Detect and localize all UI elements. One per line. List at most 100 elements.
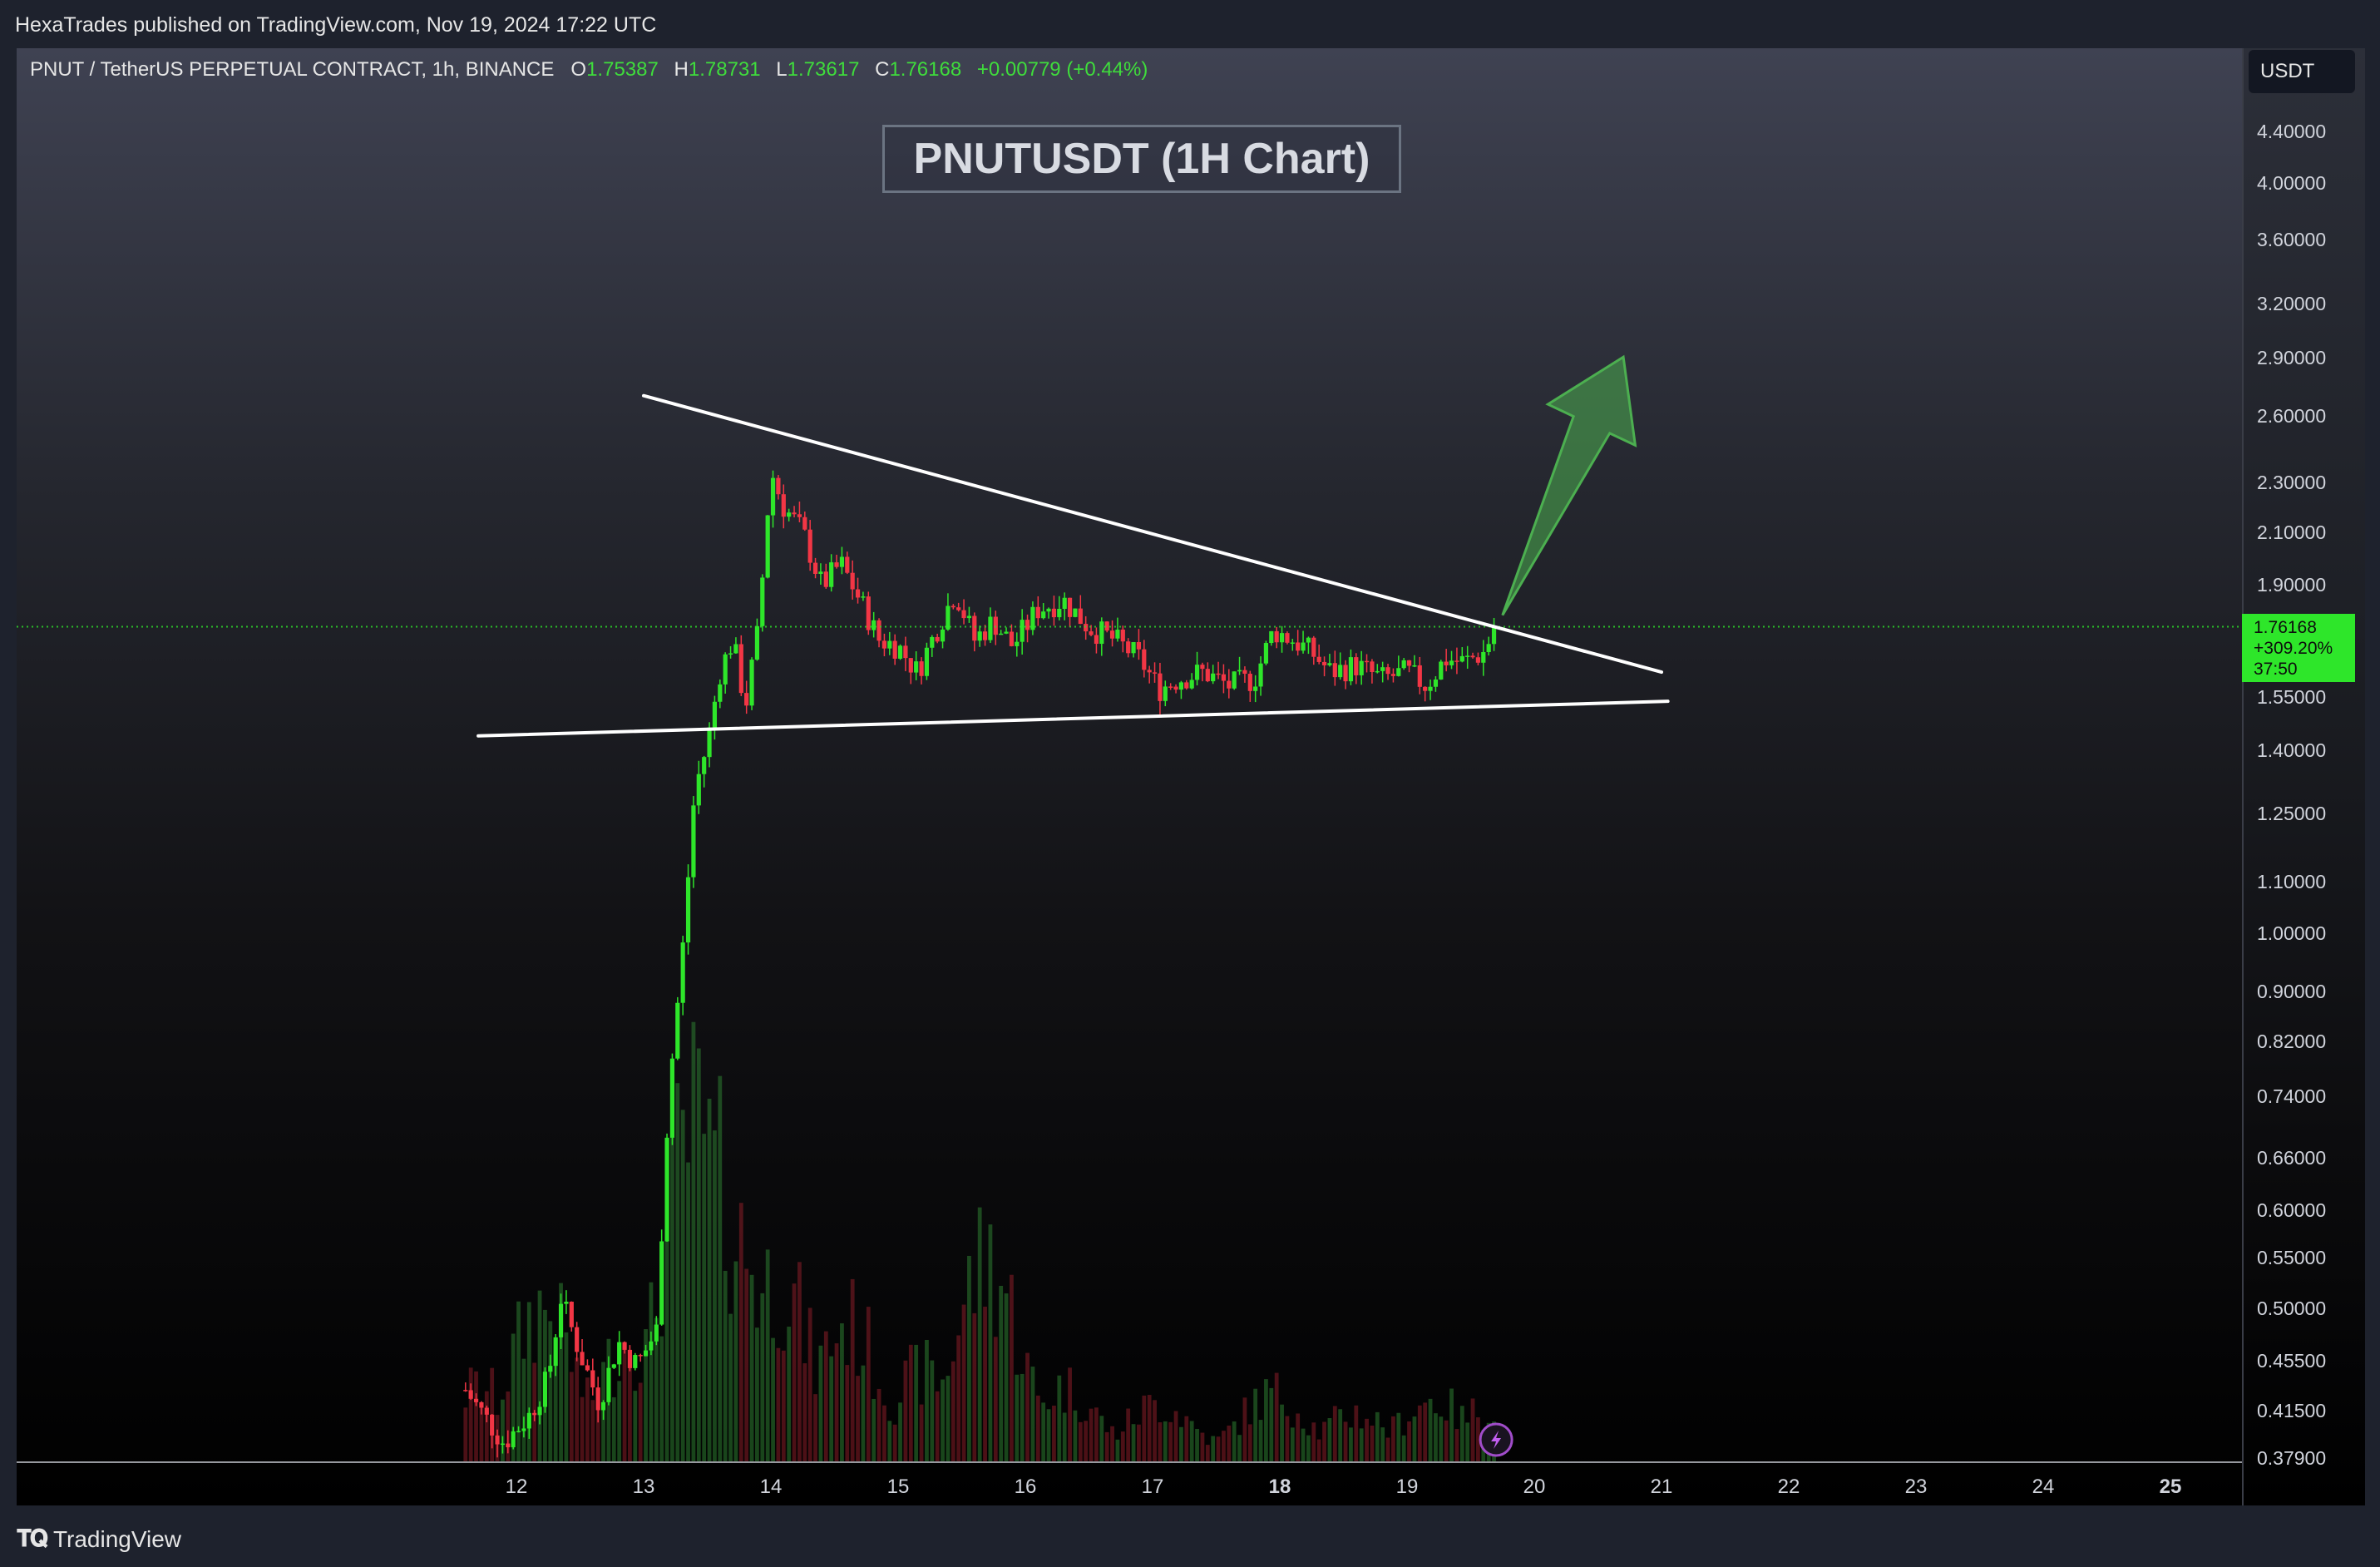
candle-body <box>1232 671 1237 689</box>
volume-bar <box>823 1331 828 1461</box>
volume-bar <box>1365 1418 1369 1461</box>
volume-bar <box>1322 1421 1326 1461</box>
volume-bar <box>1084 1421 1089 1461</box>
candle-body <box>1290 642 1295 644</box>
volume-bar <box>680 1110 685 1461</box>
volume-bar <box>961 1304 966 1461</box>
volume-bar <box>1449 1388 1454 1461</box>
y-tick-label: 0.37900 <box>2257 1447 2326 1469</box>
x-axis-ticks: 12 13 14 15 16 17 18 19 20 21 22 23 24 25 <box>17 1461 2242 1498</box>
volume-bar <box>1301 1428 1306 1461</box>
volume-bar <box>1247 1424 1252 1461</box>
volume-bar <box>1025 1352 1030 1461</box>
candle-body <box>1354 657 1359 675</box>
candle-body <box>961 610 966 619</box>
candle-body <box>1089 631 1094 635</box>
volume-bar <box>1184 1416 1189 1461</box>
volume-bar <box>585 1377 590 1461</box>
candle-body <box>850 572 855 590</box>
bar-countdown: 37:50 <box>2254 660 2298 679</box>
candle-body <box>1131 641 1136 654</box>
volume-bar <box>977 1207 982 1461</box>
y-tick-label: 1.55000 <box>2257 686 2326 708</box>
y-tick-label: 1.00000 <box>2257 922 2326 944</box>
candle-body <box>972 615 977 641</box>
volume-bar <box>1391 1416 1395 1461</box>
volume-bar <box>1258 1420 1263 1461</box>
candle-body <box>1163 686 1168 701</box>
x-tick-label: 23 <box>1905 1476 1928 1498</box>
candle-body <box>966 615 972 619</box>
volume-bar <box>664 1216 669 1461</box>
volume-bar <box>1385 1437 1390 1461</box>
candle-body <box>855 589 861 598</box>
volume-bar <box>1311 1422 1316 1461</box>
volume-bar <box>797 1262 802 1461</box>
volume-bar <box>1417 1405 1422 1461</box>
price-chart[interactable]: 4.40000 4.00000 3.60000 3.20000 2.90000 2.600… <box>0 0 2380 1567</box>
candle-body <box>1285 633 1290 643</box>
volume-bar <box>1470 1398 1475 1461</box>
candle-body <box>1274 630 1279 643</box>
y-tick-label: 2.90000 <box>2257 347 2326 368</box>
volume-bar <box>463 1407 468 1461</box>
x-tick-label: 14 <box>760 1476 783 1498</box>
last-price-tag: 1.76168 +309.20% 37:50 <box>2242 614 2355 682</box>
candle-body <box>685 877 691 943</box>
volume-bar <box>1147 1395 1152 1461</box>
candle-body <box>807 529 812 563</box>
volume-bar <box>1401 1435 1406 1461</box>
candle-body <box>627 1349 633 1368</box>
x-tick-label: 21 <box>1651 1476 1673 1498</box>
volume-bar <box>1104 1431 1109 1461</box>
volume-bar <box>818 1345 823 1461</box>
candle-body <box>468 1390 473 1399</box>
volume-bar <box>1173 1411 1178 1461</box>
y-tick-label: 3.20000 <box>2257 293 2326 314</box>
volume-bar <box>749 1274 754 1461</box>
candle-body <box>1115 629 1120 639</box>
candle-body <box>1316 656 1321 662</box>
candle-body <box>1459 655 1464 662</box>
candle-body <box>1296 642 1301 651</box>
volume-bar <box>611 1396 616 1461</box>
candle-body <box>1433 679 1439 687</box>
volume-bar <box>1163 1421 1168 1461</box>
volume-bar <box>908 1344 913 1461</box>
trendlines <box>17 393 2242 738</box>
candle-body <box>1486 644 1491 653</box>
brand-name: TradingView <box>52 1525 182 1552</box>
candle-body <box>1242 670 1247 675</box>
candle-body <box>1401 660 1406 669</box>
volume-bar <box>718 1075 723 1461</box>
candle-body <box>887 640 892 649</box>
y-tick-label: 0.55000 <box>2257 1247 2326 1268</box>
volume-bar <box>1444 1420 1449 1461</box>
candle-body <box>479 1401 484 1408</box>
candle-body <box>1142 649 1147 670</box>
volume-bar <box>941 1379 945 1461</box>
candle-body <box>1412 665 1417 667</box>
candle-body <box>569 1302 574 1327</box>
volume-bar <box>707 1098 712 1461</box>
candle-body <box>946 606 951 630</box>
candle-body <box>718 684 723 702</box>
candle-body <box>749 660 754 706</box>
tradingview-logo[interactable]: 𝐓𝐐 TradingView <box>17 1525 181 1553</box>
symbol-name[interactable]: PNUT / TetherUS PERPETUAL CONTRACT, 1h, … <box>30 58 554 81</box>
candle-body <box>500 1443 506 1446</box>
volume-bar <box>935 1391 940 1461</box>
candle-body <box>580 1352 585 1366</box>
candle-body <box>1200 665 1205 670</box>
candle-body <box>633 1355 638 1368</box>
volume-bar <box>1004 1293 1009 1461</box>
volume-bar <box>892 1424 897 1461</box>
x-tick-label: 22 <box>1778 1476 1800 1498</box>
currency-button[interactable]: USDT <box>2249 50 2355 93</box>
volume-bar <box>728 1313 733 1461</box>
volume-bar <box>474 1371 478 1461</box>
volume-bar <box>919 1404 924 1461</box>
low-value: 1.73617 <box>787 58 860 81</box>
candle-body <box>733 644 738 654</box>
volume-bar <box>1459 1406 1464 1461</box>
